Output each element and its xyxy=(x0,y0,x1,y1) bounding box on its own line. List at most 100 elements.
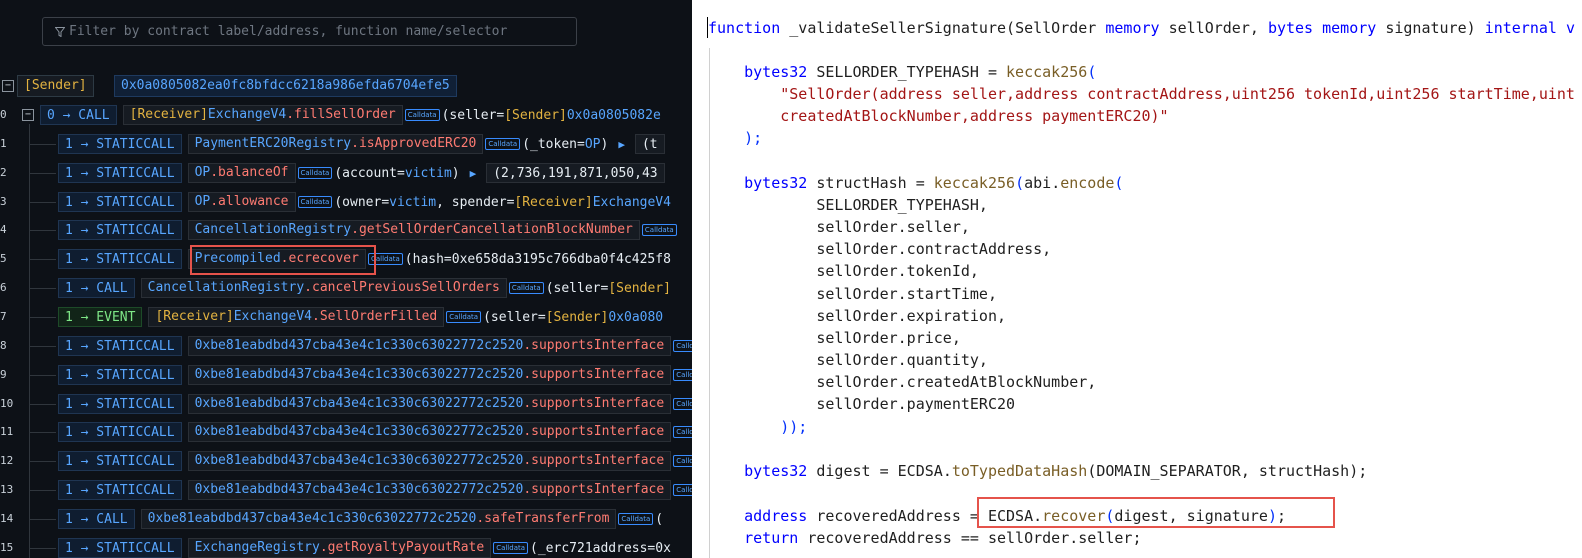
code-line: sellOrder.price, xyxy=(708,327,961,349)
collapse-sender-toggle[interactable]: − xyxy=(2,80,14,92)
tree-branch xyxy=(30,548,56,549)
contract-name: [Receiver] xyxy=(155,309,234,324)
code-token: . xyxy=(942,462,952,480)
trace-row[interactable]: 1 → CALL 0xbe81eabdbd437cba43e4c1c330c630… xyxy=(58,508,663,530)
call-target[interactable]: [Receiver] ExchangeV4 .fillSellOrder xyxy=(122,105,403,125)
function-name: .allowance xyxy=(210,194,289,209)
code-token: bytes32 xyxy=(708,174,808,192)
code-token: sellOrder, xyxy=(1159,19,1268,37)
code-line: sellOrder.startTime, xyxy=(708,283,997,305)
code-token: bytes xyxy=(1267,19,1314,37)
calldata-button[interactable]: Calldata xyxy=(673,484,692,496)
contract-name: 0xbe81eabdbd437cba43e4c1c330c63022772c25… xyxy=(147,511,477,526)
call-target[interactable]: 0xbe81eabdbd437cba43e4c1c330c63022772c25… xyxy=(187,394,672,414)
function-name: .safeTransferFrom xyxy=(476,511,610,526)
calldata-button[interactable]: Calldata xyxy=(367,253,403,265)
filter-placeholder: Filter by contract label/address, functi… xyxy=(69,24,508,39)
trace-row[interactable]: 1 → EVENT [Receiver] ExchangeV4 .SellOrder… xyxy=(58,306,663,328)
call-args: victim xyxy=(404,165,452,181)
code-token: keccak256 xyxy=(933,174,1016,192)
calldata-button[interactable]: Calldata xyxy=(673,398,692,410)
trace-row[interactable]: 1 → STATICCALL 0xbe81eabdbd437cba43e4c1c3… xyxy=(58,393,692,415)
call-args: ExchangeV4 xyxy=(592,194,671,210)
call-target[interactable]: PaymentERC20Registry .isApprovedERC20 xyxy=(187,134,484,154)
tree-branch xyxy=(30,490,56,491)
calldata-button[interactable]: Calldata xyxy=(618,513,654,525)
trace-row[interactable]: 1 → STATICCALL Precompiled .ecrecover Calld… xyxy=(58,248,671,270)
code-line: sellOrder.quantity, xyxy=(708,349,988,371)
call-target[interactable]: 0xbe81eabdbd437cba43e4c1c330c63022772c25… xyxy=(187,422,672,442)
tree-branch xyxy=(30,375,56,376)
tree-branch xyxy=(30,346,56,347)
trace-row[interactable]: 1 → STATICCALL 0xbe81eabdbd437cba43e4c1c3… xyxy=(58,450,692,472)
contract-name: CancellationRegistry xyxy=(194,222,352,237)
collapse-row-toggle[interactable]: − xyxy=(22,109,34,121)
call-target[interactable]: ExchangeRegistry .getRoyaltyPayoutRate xyxy=(187,538,492,558)
calldata-button[interactable]: Calldata xyxy=(493,542,529,554)
function-name: .getSellOrderCancellationBlockNumber xyxy=(351,222,633,237)
call-target[interactable]: [Receiver] ExchangeV4 .SellOrderFilled xyxy=(148,307,445,327)
call-type-badge: 1 → STATICCALL xyxy=(58,422,182,442)
trace-row[interactable]: 1 → STATICCALL 0xbe81eabdbd437cba43e4c1c3… xyxy=(58,421,692,443)
calldata-button[interactable]: Calldata xyxy=(673,455,692,467)
call-args: (seller= xyxy=(483,309,546,325)
trace-row[interactable]: 1 → STATICCALL PaymentERC20Registry .isApp… xyxy=(58,133,665,155)
calldata-button[interactable]: Calldata xyxy=(446,311,482,323)
trace-row[interactable]: 1 → STATICCALL OP .allowance Calldata (owner… xyxy=(58,191,671,213)
trace-row[interactable]: 1 → STATICCALL 0xbe81eabdbd437cba43e4c1c3… xyxy=(58,335,692,357)
sender-address[interactable]: 0x0a0805082ea0fc8bfdcc6218a986efda6704ef… xyxy=(114,75,457,97)
call-target[interactable]: OP .allowance xyxy=(187,192,296,212)
trace-row[interactable]: 0 → CALL [Receiver] ExchangeV4 .fillSellOr… xyxy=(40,104,661,126)
call-target[interactable]: 0xbe81eabdbd437cba43e4c1c330c63022772c25… xyxy=(187,336,672,356)
code-token: ECDSA xyxy=(897,462,943,480)
trace-row[interactable]: 1 → STATICCALL 0xbe81eabdbd437cba43e4c1c3… xyxy=(58,479,692,501)
contract-name: 0xbe81eabdbd437cba43e4c1c330c63022772c25… xyxy=(194,424,524,439)
call-target[interactable]: CancellationRegistry .cancelPreviousSellO… xyxy=(140,278,507,298)
call-args: (seller= xyxy=(441,107,505,123)
trace-row[interactable]: 1 → STATICCALL CancellationRegistry .getSe… xyxy=(58,219,679,241)
trace-row[interactable]: 1 → STATICCALL 0xbe81eabdbd437cba43e4c1c3… xyxy=(58,364,692,386)
call-target[interactable]: 0xbe81eabdbd437cba43e4c1c330c63022772c25… xyxy=(187,451,672,471)
call-type-badge: 1 → STATICCALL xyxy=(58,480,182,500)
call-args: (seller= xyxy=(545,280,609,296)
call-target[interactable]: CancellationRegistry .getSellOrderCancell… xyxy=(187,220,640,240)
function-name: .supportsInterface xyxy=(523,424,665,439)
sender-tag: [Sender] xyxy=(17,75,94,97)
call-args: 0x0a080 xyxy=(608,309,664,325)
calldata-button[interactable]: Calldata xyxy=(673,340,692,352)
calldata-button[interactable]: Calldata xyxy=(673,369,692,381)
call-target[interactable]: 0xbe81eabdbd437cba43e4c1c330c63022772c25… xyxy=(187,365,672,385)
code-token: ( xyxy=(1015,174,1025,192)
trace-row[interactable]: 1 → CALL CancellationRegistry .cancelPrevi… xyxy=(58,277,671,299)
call-target[interactable]: OP .balanceOf xyxy=(187,163,296,183)
call-args: (_erc721address=0x xyxy=(530,540,671,556)
trace-row[interactable]: 1 → STATICCALL OP .balanceOf Calldata (accou… xyxy=(58,162,665,184)
expand-return-icon[interactable]: ▶ xyxy=(470,167,477,180)
call-args: (owner= xyxy=(334,194,390,210)
call-type-badge: 1 → STATICCALL xyxy=(58,163,182,183)
row-number: 4 xyxy=(0,223,7,236)
call-target[interactable]: 0xbe81eabdbd437cba43e4c1c330c63022772c25… xyxy=(140,509,617,529)
filter-input[interactable]: Filter by contract label/address, functi… xyxy=(42,17,577,46)
calldata-button[interactable]: Calldata xyxy=(673,426,692,438)
call-args: [Sender] xyxy=(545,309,609,325)
contract-name: OP xyxy=(194,165,211,180)
expand-return-icon[interactable]: ▶ xyxy=(618,138,625,151)
call-target[interactable]: 0xbe81eabdbd437cba43e4c1c330c63022772c25… xyxy=(187,480,672,500)
code-line: createdAtBlockNumber,address paymentERC2… xyxy=(708,105,1168,127)
calldata-button[interactable]: Calldata xyxy=(404,109,440,121)
calldata-button[interactable]: Calldata xyxy=(508,282,544,294)
calldata-button[interactable]: Calldata xyxy=(485,138,521,150)
code-token: sellOrder.expiration, xyxy=(708,307,1007,325)
contract-name: CancellationRegistry xyxy=(147,280,305,295)
code-line: bytes32 SELLORDER_TYPEHASH = keccak256( xyxy=(708,61,1096,83)
call-target[interactable]: Precompiled .ecrecover xyxy=(187,249,366,269)
tree-branch xyxy=(30,144,56,145)
trace-row[interactable]: 1 → STATICCALL ExchangeRegistry .getRoyalt… xyxy=(58,537,671,558)
calldata-button[interactable]: Calldata xyxy=(297,196,333,208)
code-token: internal xyxy=(1475,19,1557,37)
calldata-button[interactable]: Calldata xyxy=(297,167,333,179)
row-number: 3 xyxy=(0,195,7,208)
call-type-badge: 1 → STATICCALL xyxy=(58,134,182,154)
calldata-button[interactable]: Calldata xyxy=(641,224,677,236)
